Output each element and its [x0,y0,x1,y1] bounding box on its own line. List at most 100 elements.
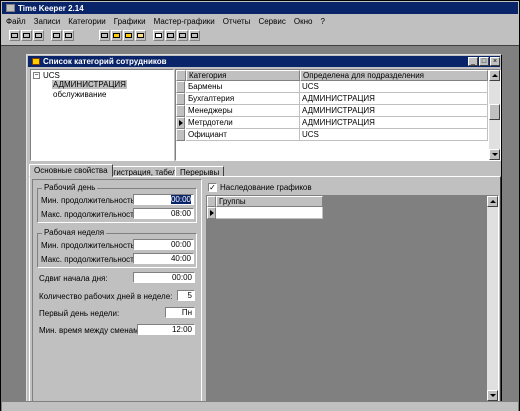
copy-icon[interactable] [177,30,188,41]
groups-scroll-down-button[interactable] [487,390,498,401]
work-day-max-field[interactable]: 08:00 [133,208,194,219]
mdi-workspace: Список категорий сотрудников _ □ × − UCS А… [1,45,519,411]
current-row-arrow-icon [179,120,183,126]
first-day-field[interactable]: Пн [165,307,195,318]
work-week-min-field[interactable]: 00:00 [133,239,194,250]
groups-cell[interactable] [216,207,323,219]
categories-window-title: Список категорий сотрудников [43,57,167,66]
table-icon[interactable] [33,30,44,41]
row-indicator[interactable] [176,93,185,105]
groups-scrollbar[interactable] [487,196,498,401]
arrow-down-icon [492,153,498,156]
tree-node-root[interactable]: UCS [43,71,60,80]
categories-window: Список категорий сотрудников _ □ × − UCS А… [26,54,502,407]
inherit-schedules-checkbox[interactable]: ✓ [208,183,217,192]
close-button[interactable]: × [490,57,500,66]
menu-categories[interactable]: Категории [64,15,110,28]
grid-cell[interactable]: Бармены [186,81,300,93]
work-days-label: Количество рабочих дней в неделе: [39,292,173,301]
row-indicator[interactable] [176,129,185,141]
grid-cell[interactable]: АДМИНИСТРАЦИЯ [300,117,488,129]
print-icon[interactable] [51,30,62,41]
status-bar [2,401,518,411]
maximize-button[interactable]: □ [479,57,489,66]
column-header-category[interactable]: Категория [186,70,300,81]
grid-cell[interactable]: АДМИНИСТРАЦИЯ [300,93,488,105]
grid-cell[interactable]: Официант [186,129,300,141]
min-time-label: Мин. время между сменами: [39,326,146,335]
work-day-min-label: Мин. продолжительность: [41,196,137,205]
tab-main-properties[interactable]: Основные свойства [29,164,113,177]
calendar-icon[interactable] [165,30,176,41]
grid-cell[interactable]: UCS [300,129,488,141]
row-indicator-current[interactable] [176,117,185,129]
groups-scroll-up-button[interactable] [487,196,498,207]
work-week-legend: Рабочая неделя [42,228,107,237]
grid-scrollbar[interactable] [489,70,500,160]
work-week-min-label: Мин. продолжительность: [41,241,137,250]
employees-icon[interactable] [9,30,20,41]
collapse-toggle[interactable]: − [33,72,40,79]
arrow-down-icon [490,394,496,397]
scroll-up-button[interactable] [489,70,500,81]
column-header-groups[interactable]: Группы [216,196,323,207]
document-icon[interactable] [153,30,164,41]
first-day-label: Первый день недели: [39,309,120,318]
work-days-field[interactable]: 5 [177,290,195,301]
grid-cell[interactable]: Метрдотели [186,117,300,129]
tab-panel: Рабочий день Мин. продолжительность: 00:… [29,176,501,405]
arrow-up-icon [492,74,498,77]
grid-cell[interactable]: АДМИНИСТРАЦИЯ [300,105,488,117]
tools-icon[interactable] [189,30,200,41]
row-indicator[interactable] [176,81,185,93]
work-day-min-field[interactable]: 00:00 [133,194,194,205]
app-icon [6,4,15,12]
app-title: Time Keeper 2.14 [18,4,84,13]
records-icon[interactable] [21,30,32,41]
folder-save-icon[interactable] [123,30,134,41]
categories-window-titlebar: Список категорий сотрудников [28,56,500,67]
work-week-group: Рабочая неделя Мин. продолжительность: 0… [37,228,197,268]
menu-bar: Файл Записи Категории Графики Мастер-графики… [2,15,518,29]
min-time-field[interactable]: 12:00 [137,324,195,335]
menu-file[interactable]: Файл [2,15,30,28]
tree-node-administration[interactable]: АДМИНИСТРАЦИЯ [52,80,127,89]
tree-node-service[interactable]: обслуживание [53,90,106,99]
toolbar [3,30,517,44]
groups-grid-corner [207,196,216,207]
day-shift-field[interactable]: 00:00 [133,272,195,283]
row-indicator[interactable] [176,105,185,117]
preview-icon[interactable] [63,30,74,41]
arrow-up-icon [490,200,496,203]
work-week-max-label: Макс. продолжительность: [41,255,141,264]
menu-master-schedules[interactable]: Мастер-графики [150,15,219,28]
delete-icon[interactable] [135,30,146,41]
groups-grid: Группы [206,195,499,402]
menu-reports[interactable]: Отчеты [219,15,255,28]
window-controls: _ □ × [467,56,500,66]
column-header-department[interactable]: Определена для подразделения [300,70,488,81]
menu-service[interactable]: Сервис [254,15,289,28]
categories-grid: Категория Определена для подразделения Б… [175,69,501,161]
scroll-thumb[interactable] [489,104,500,120]
menu-window[interactable]: Окно [290,15,317,28]
current-row-arrow-icon [210,210,214,216]
work-day-group: Рабочий день Мин. продолжительность: 00:… [37,183,197,223]
app-window: Time Keeper 2.14 Файл Записи Категории Граф… [0,0,520,411]
work-day-max-label: Макс. продолжительность: [41,210,141,219]
work-week-max-field[interactable]: 40:00 [133,253,194,264]
grid-cell[interactable]: Менеджеры [186,105,300,117]
menu-help[interactable]: ? [316,15,328,28]
scroll-down-button[interactable] [489,149,500,160]
minimize-button[interactable]: _ [468,57,478,66]
refresh-icon[interactable] [99,30,110,41]
department-tree[interactable]: − UCS АДМИНИСТРАЦИЯ обслуживание [30,69,174,161]
schedules-pane: ✓ Наследование графиков Группы [206,179,499,402]
menu-records[interactable]: Записи [30,15,65,28]
grid-cell[interactable]: UCS [300,81,488,93]
folder-open-icon[interactable] [111,30,122,41]
menu-schedules[interactable]: Графики [110,15,150,28]
work-day-legend: Рабочий день [42,183,98,192]
grid-cell[interactable]: Бухгалтерия [186,93,300,105]
groups-row-indicator[interactable] [207,207,216,219]
